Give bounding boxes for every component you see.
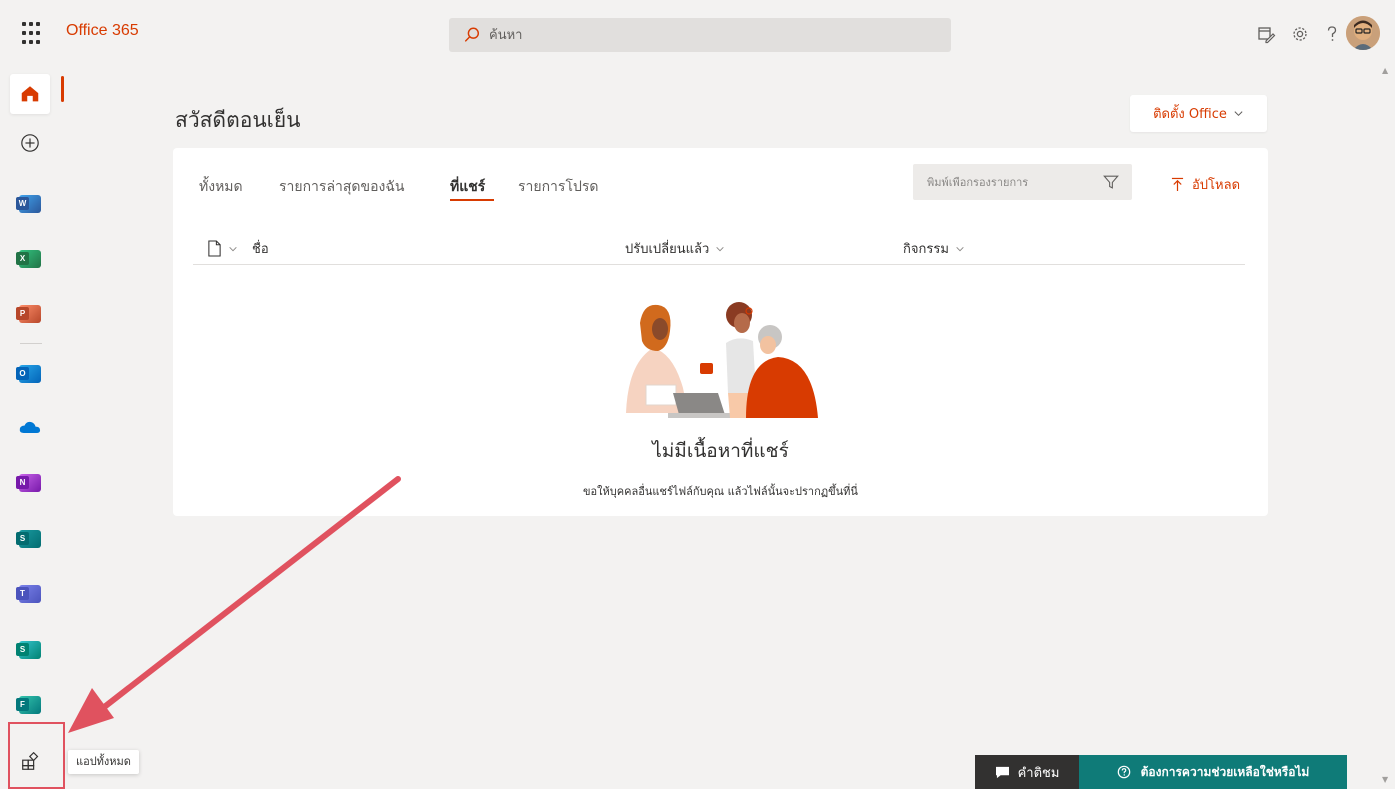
app-launcher-icon[interactable] xyxy=(22,22,46,46)
chevron-down-icon xyxy=(716,246,724,251)
tab-favorites[interactable]: รายการโปรด xyxy=(518,176,598,198)
filter-box[interactable] xyxy=(913,164,1132,200)
feedback-button[interactable]: คำติชม xyxy=(975,755,1079,789)
tab-shared[interactable]: ที่แชร์ xyxy=(450,176,485,198)
modified-column-header[interactable]: ปรับเปลี่ยนแล้ว xyxy=(625,238,725,259)
rail-app-excel[interactable]: X xyxy=(10,239,50,279)
top-bar: Office 365 xyxy=(0,0,1395,70)
people-collaborating-illustration xyxy=(626,302,818,418)
rail-home[interactable] xyxy=(10,74,50,114)
teams-icon: T xyxy=(16,585,41,603)
all-apps-tooltip: แอปทั้งหมด xyxy=(68,750,139,774)
name-column-label: ชื่อ xyxy=(252,242,269,257)
header-divider xyxy=(193,264,1245,265)
app-letter: S xyxy=(16,643,29,656)
rail-create[interactable] xyxy=(10,123,50,163)
forms-icon: F xyxy=(16,696,41,714)
need-help-button[interactable]: ต้องการความช่วยเหลือใช่หรือไม่ xyxy=(1079,755,1347,789)
search-input[interactable] xyxy=(489,27,889,43)
upload-label: อัปโหลด xyxy=(1192,178,1241,193)
rail-app-word[interactable]: W xyxy=(10,184,50,224)
files-card: ทั้งหมด รายการล่าสุดของฉัน ที่แชร์ รายกา… xyxy=(173,148,1268,516)
rail-app-teams[interactable]: T xyxy=(10,574,50,614)
add-circle-icon xyxy=(21,134,39,152)
onedrive-icon xyxy=(19,420,41,438)
activity-column-label: กิจกรรม xyxy=(903,242,949,257)
activity-column-header[interactable]: กิจกรรม xyxy=(903,238,965,259)
rail-app-sway[interactable]: S xyxy=(10,630,50,670)
rail-app-outlook[interactable]: O xyxy=(10,354,50,394)
help-question-icon[interactable] xyxy=(1318,20,1346,48)
rail-app-sharepoint[interactable]: S xyxy=(10,519,50,559)
install-office-button[interactable]: ติดตั้ง Office xyxy=(1130,95,1267,132)
rail-app-onedrive[interactable] xyxy=(10,409,50,449)
word-icon: W xyxy=(16,195,41,213)
upload-button[interactable]: อัปโหลด xyxy=(1171,174,1240,195)
chevron-down-icon xyxy=(956,246,964,251)
greeting-title: สวัสดีตอนเย็น xyxy=(175,108,301,132)
app-letter: W xyxy=(16,197,29,210)
app-letter: T xyxy=(16,587,29,600)
page-scrollbar[interactable] xyxy=(1379,60,1395,789)
chevron-down-icon xyxy=(229,246,237,251)
chevron-down-icon xyxy=(1234,111,1243,117)
tab-my-recent[interactable]: รายการล่าสุดของฉัน xyxy=(279,176,404,198)
document-icon xyxy=(208,240,221,257)
home-icon xyxy=(21,86,39,102)
help-circle-icon xyxy=(1117,765,1130,779)
settings-gear-icon[interactable] xyxy=(1286,20,1314,48)
app-name[interactable]: Office 365 xyxy=(66,22,139,40)
rail-app-powerpoint[interactable]: P xyxy=(10,294,50,334)
filter-funnel-icon[interactable] xyxy=(1102,173,1120,191)
rail-app-forms[interactable]: F xyxy=(10,685,50,725)
sway-icon: S xyxy=(16,641,41,659)
feedback-label: คำติชม xyxy=(1017,765,1060,781)
onenote-icon: N xyxy=(16,474,41,492)
filter-input[interactable] xyxy=(927,175,1102,189)
active-indicator xyxy=(61,76,64,102)
tab-all[interactable]: ทั้งหมด xyxy=(199,176,243,198)
chat-bubble-icon xyxy=(995,766,1009,778)
scroll-up-arrow-icon[interactable]: ▲ xyxy=(1382,66,1388,75)
app-letter: X xyxy=(16,252,29,265)
app-letter: N xyxy=(16,476,29,489)
annotation-highlight-box xyxy=(8,722,65,789)
scroll-down-arrow-icon[interactable]: ▼ xyxy=(1382,775,1388,784)
outlook-icon: O xyxy=(16,365,41,383)
excel-icon: X xyxy=(16,250,41,268)
search-box[interactable] xyxy=(449,18,951,52)
app-letter: S xyxy=(16,532,29,545)
empty-state-title: ไม่มีเนื้อหาที่แชร์ xyxy=(652,440,789,462)
app-letter: P xyxy=(16,307,29,320)
install-office-label: ติดตั้ง Office xyxy=(1153,107,1227,122)
upload-arrow-icon xyxy=(1171,177,1184,191)
app-letter: F xyxy=(16,698,29,711)
rail-divider xyxy=(20,343,42,344)
need-help-label: ต้องการความช่วยเหลือใช่หรือไม่ xyxy=(1140,764,1310,779)
file-type-column-header[interactable]: ชื่อ xyxy=(207,238,269,259)
powerpoint-icon: P xyxy=(16,305,41,323)
user-avatar[interactable] xyxy=(1346,16,1380,50)
rail-app-onenote[interactable]: N xyxy=(10,463,50,503)
app-letter: O xyxy=(16,367,29,380)
modified-column-label: ปรับเปลี่ยนแล้ว xyxy=(625,242,710,257)
search-icon xyxy=(464,27,480,42)
active-tab-underline xyxy=(450,199,494,201)
empty-state-subtitle: ขอให้บุคคลอื่นแชร์ไฟล์กับคุณ แล้วไฟล์นั้… xyxy=(583,485,858,498)
my-day-icon[interactable] xyxy=(1252,20,1280,48)
sharepoint-icon: S xyxy=(16,530,41,548)
